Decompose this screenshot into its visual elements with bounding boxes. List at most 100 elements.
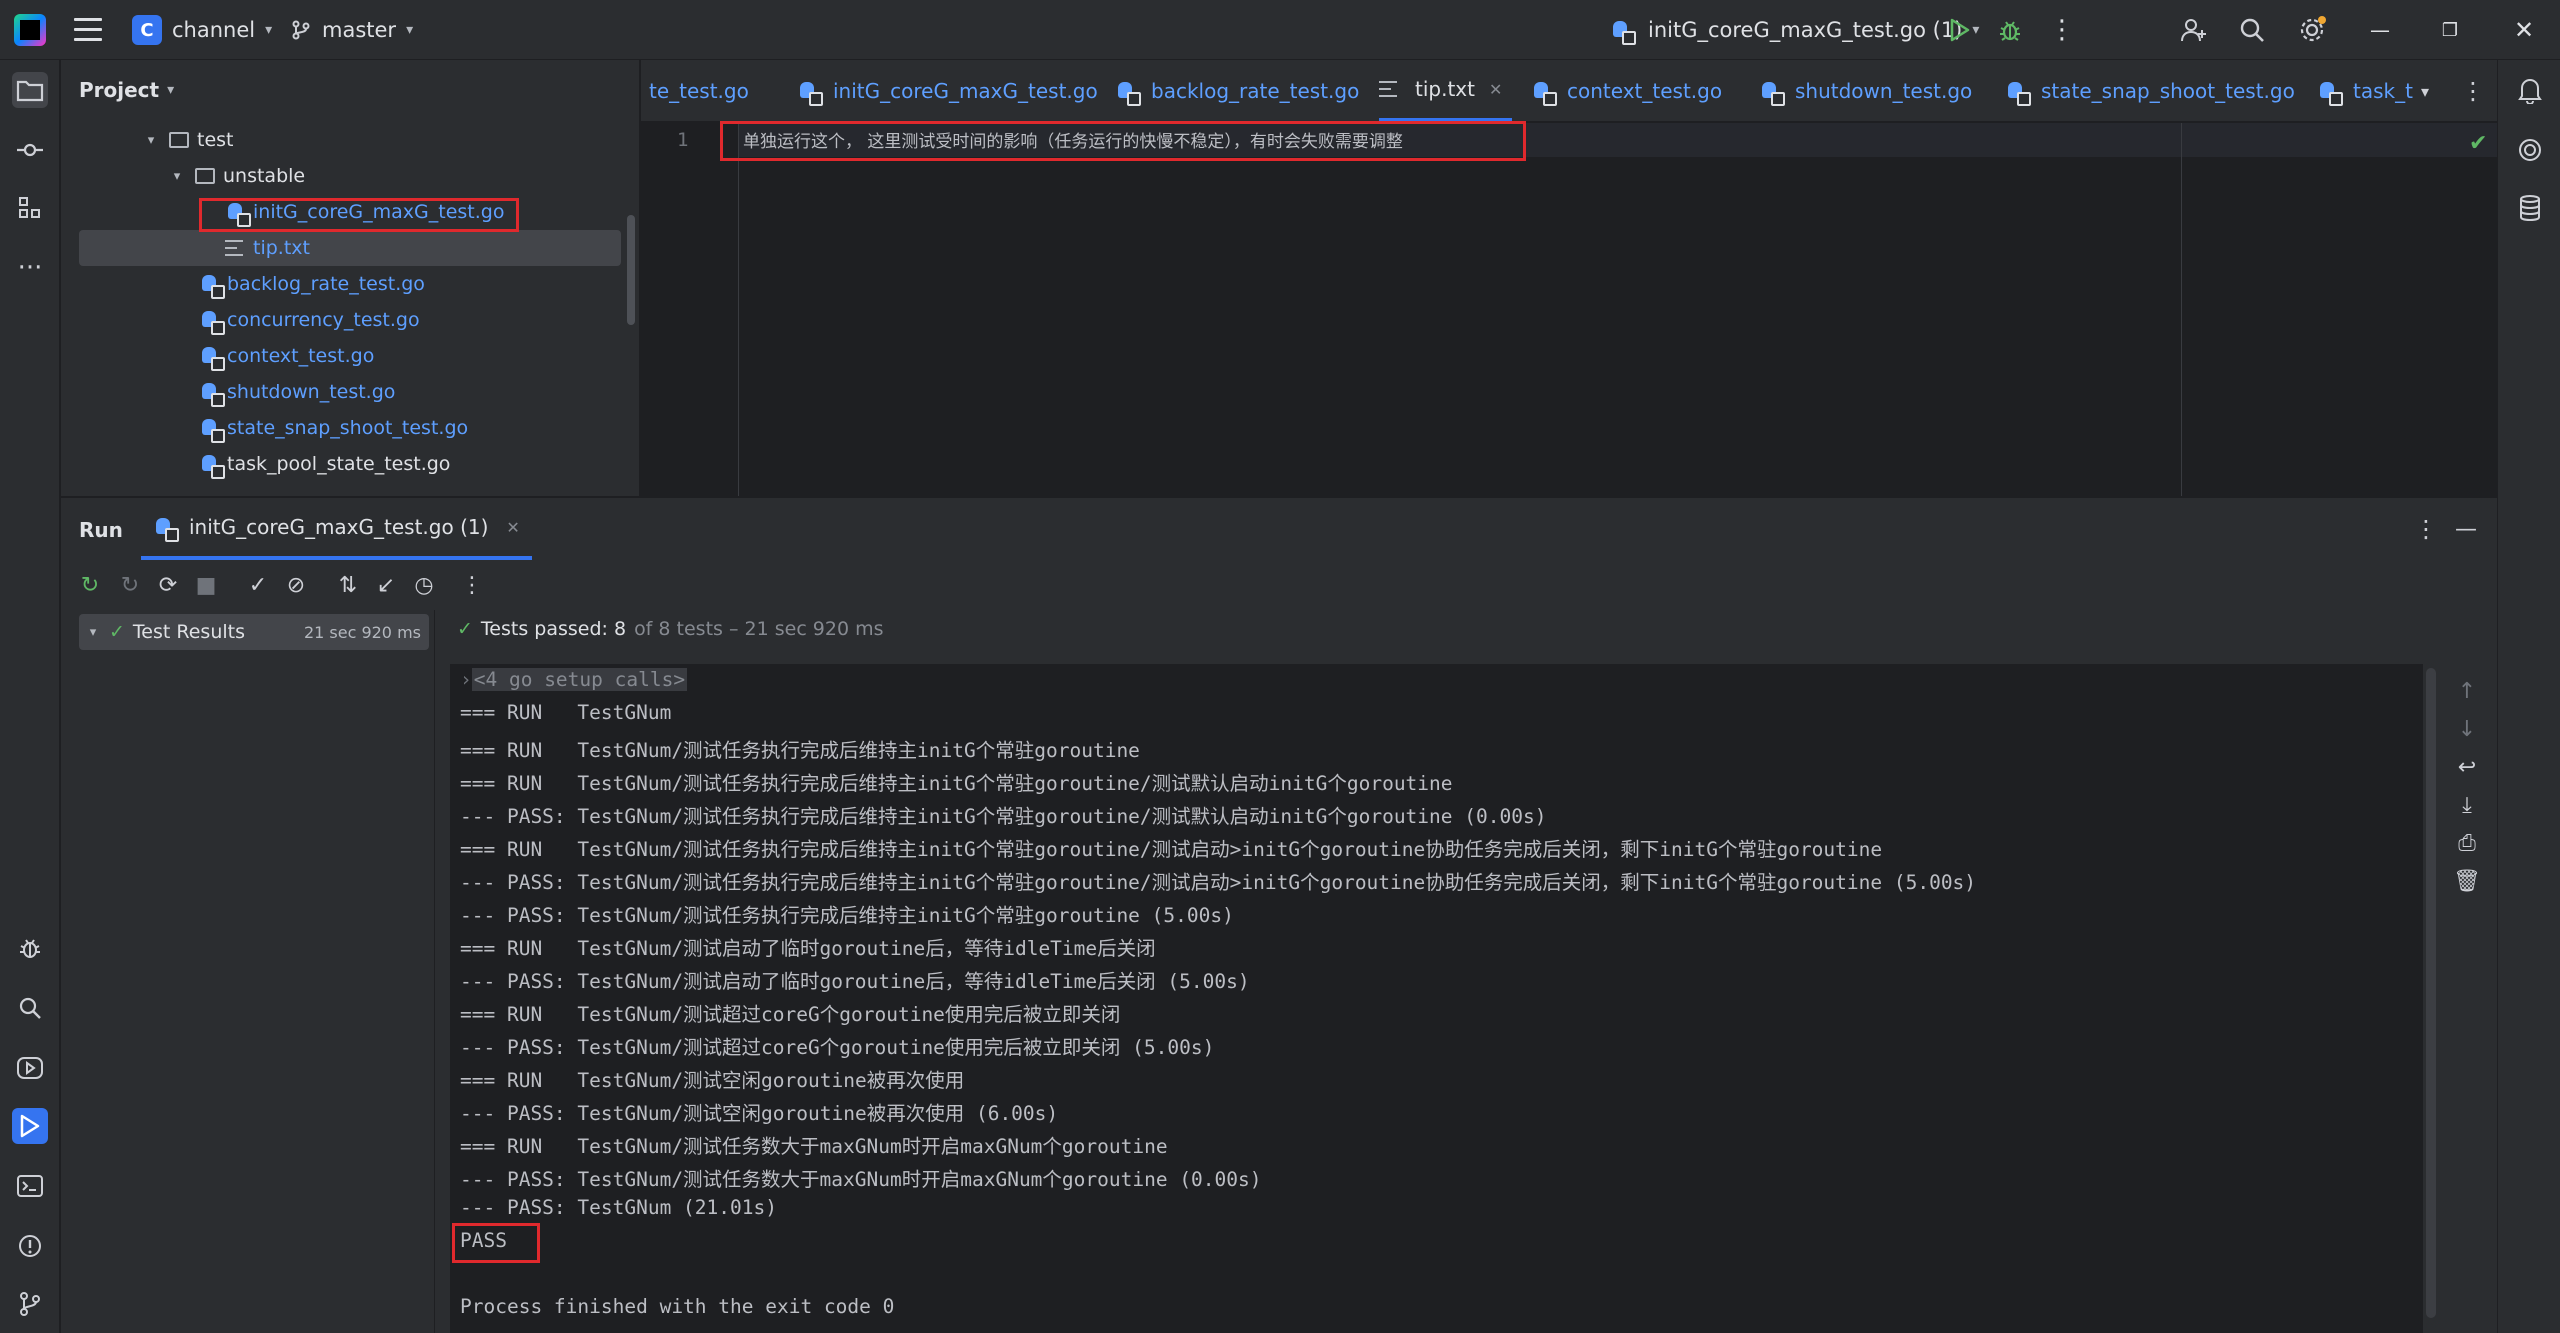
branch-name: master: [322, 18, 397, 42]
close-tab-icon[interactable]: ✕: [1489, 80, 1502, 99]
run-tool-button[interactable]: [12, 1108, 48, 1144]
ai-assistant-tool-button[interactable]: [2512, 132, 2548, 168]
tests-passed-count: Tests passed: 8: [480, 618, 627, 640]
close-icon: ✕: [2513, 16, 2535, 44]
test-results-root[interactable]: ▾ ✓ Test Results 21 sec 920 ms: [79, 614, 429, 650]
restore-window-button[interactable]: ❐: [2434, 14, 2466, 46]
chevron-down-icon: ▾: [147, 132, 155, 148]
editor-tab[interactable]: initG_coreG_maxG_test.go: [797, 60, 1098, 121]
tree-node-folder-test[interactable]: ▾ test: [61, 122, 621, 158]
commit-tool-button[interactable]: [12, 132, 48, 168]
soft-wrap-button[interactable]: ↩: [2452, 752, 2482, 782]
search-icon: [19, 997, 41, 1019]
goland-logo-icon[interactable]: [14, 14, 46, 46]
run-button[interactable]: [1944, 14, 1976, 46]
terminal-icon: [17, 1175, 43, 1197]
project-tool-button[interactable]: [12, 72, 48, 108]
tree-node-file-task-pool-state[interactable]: task_pool_state_test.go: [61, 446, 621, 482]
rerun-button[interactable]: ↻: [75, 570, 105, 600]
print-button[interactable]: ⎙: [2452, 828, 2482, 858]
console-line: === RUN TestGNum/测试任务执行完成后维持主initG个常驻gor…: [460, 772, 1453, 795]
go-test-file-icon: [199, 345, 225, 371]
notifications-tool-button[interactable]: [2512, 72, 2548, 108]
clear-console-button[interactable]: 🗑: [2452, 866, 2482, 896]
project-scrollbar[interactable]: [627, 215, 635, 325]
problems-tool-button[interactable]: [12, 1228, 48, 1264]
editor-tab-bar: te_test.go initG_coreG_maxG_test.go back…: [641, 60, 2497, 122]
scroll-to-end-button[interactable]: ⤓: [2452, 790, 2482, 820]
annotation-highlight-box: [452, 1223, 540, 1263]
no-problems-check-icon[interactable]: ✔: [2469, 131, 2487, 156]
more-actions-button[interactable]: ⋮: [2046, 14, 2078, 46]
debug-button[interactable]: [1994, 14, 2026, 46]
show-passed-button[interactable]: ✓: [243, 570, 273, 600]
minimize-window-button[interactable]: —: [2364, 14, 2396, 46]
run-tab[interactable]: initG_coreG_maxG_test.go (1) ✕: [141, 498, 532, 560]
folder-icon: [16, 80, 44, 102]
git-tool-button[interactable]: [12, 1286, 48, 1322]
toggle-auto-test-button[interactable]: ⟳: [153, 570, 183, 600]
project-switcher[interactable]: C channel ▾: [132, 0, 272, 60]
services-tool-button[interactable]: [12, 1050, 48, 1086]
folded-setup-calls[interactable]: <4 go setup calls>: [471, 668, 688, 691]
editor-tab[interactable]: task_t: [2317, 60, 2435, 121]
tab-more-button[interactable]: ⋮: [2461, 60, 2485, 121]
terminal-tool-button[interactable]: [12, 1168, 48, 1204]
minimize-icon: —: [2455, 516, 2477, 542]
branch-switcher[interactable]: master ▾: [290, 0, 413, 60]
go-test-file-icon: [1610, 19, 1636, 45]
editor-tab-active[interactable]: tip.txt ✕: [1379, 60, 1513, 121]
stop-icon: ■: [195, 572, 217, 598]
close-window-button[interactable]: ✕: [2508, 14, 2540, 46]
sort-button[interactable]: ⇅: [333, 570, 363, 600]
tree-node-file-state-snap-shoot[interactable]: state_snap_shoot_test.go: [61, 410, 621, 446]
show-ignored-button[interactable]: ⊘: [281, 570, 311, 600]
scroll-up-button[interactable]: ↑: [2452, 676, 2482, 706]
editor-tab[interactable]: state_snap_shoot_test.go: [2005, 60, 2295, 121]
tree-node-file-tip-txt[interactable]: tip.txt: [79, 230, 621, 266]
editor-tab[interactable]: shutdown_test.go: [1759, 60, 1972, 121]
debug-tool-button[interactable]: [12, 930, 48, 966]
go-test-file-icon: [2317, 80, 2343, 106]
find-tool-button[interactable]: [12, 990, 48, 1026]
hide-panel-button[interactable]: —: [2451, 514, 2481, 544]
main-menu-icon[interactable]: [74, 18, 102, 42]
tree-node-folder-unstable[interactable]: ▾ unstable: [61, 158, 621, 194]
console-line: === RUN TestGNum/测试超过coreG个goroutine使用完后…: [460, 1003, 1121, 1026]
run-toolbar-more-button[interactable]: ⋮: [457, 570, 487, 600]
editor-tab[interactable]: te_test.go: [649, 60, 749, 121]
console-line: --- PASS: TestGNum/测试任务执行完成后维持主initG个常驻g…: [460, 904, 1234, 927]
settings-button[interactable]: [2296, 14, 2328, 46]
rerun-failed-button[interactable]: ↻: [115, 570, 145, 600]
run-play-icon: [20, 1114, 40, 1138]
console-scrollbar[interactable]: [2426, 668, 2436, 1318]
arrow-up-icon: ↑: [2457, 678, 2477, 704]
console-line: --- PASS: TestGNum (21.01s): [460, 1196, 777, 1219]
ignored-icon: ⊘: [286, 572, 306, 598]
code-with-me-button[interactable]: [2178, 14, 2210, 46]
tree-node-file-backlog-rate[interactable]: backlog_rate_test.go: [61, 266, 621, 302]
tree-node-file-concurrency[interactable]: concurrency_test.go: [61, 302, 621, 338]
search-everywhere-button[interactable]: [2236, 14, 2268, 46]
editor-tab[interactable]: backlog_rate_test.go: [1115, 60, 1359, 121]
database-tool-button[interactable]: [2512, 190, 2548, 226]
tree-node-file-context[interactable]: context_test.go: [61, 338, 621, 374]
tree-node-file-shutdown[interactable]: shutdown_test.go: [61, 374, 621, 410]
structure-tool-button[interactable]: [12, 190, 48, 226]
tab-list-dropdown[interactable]: ▾: [2421, 60, 2429, 121]
scroll-down-button[interactable]: ↓: [2452, 714, 2482, 744]
more-tools-button[interactable]: ···: [12, 250, 48, 286]
test-history-button[interactable]: ◷: [409, 570, 439, 600]
run-configuration-selector[interactable]: initG_coreG_maxG_test.go (1) ▾: [1610, 0, 1979, 60]
close-tab-icon[interactable]: ✕: [506, 518, 519, 537]
collapse-all-button[interactable]: ↙: [371, 570, 401, 600]
console-output[interactable]: › <4 go setup calls> === RUN TestGNum ===…: [450, 664, 2423, 1333]
project-panel-header[interactable]: Project ▾: [79, 78, 174, 102]
tab-label: state_snap_shoot_test.go: [2041, 79, 2295, 103]
stop-button[interactable]: ■: [191, 570, 221, 600]
run-panel-options-button[interactable]: ⋮: [2411, 514, 2441, 544]
minimize-icon: —: [2370, 18, 2390, 42]
console-line[interactable]: › <4 go setup calls>: [460, 668, 688, 691]
code-editor[interactable]: 1 单独运行这个， 这里测试受时间的影响（任务运行的快慢不稳定），有时会失败需要…: [641, 121, 2497, 496]
editor-tab[interactable]: context_test.go: [1531, 60, 1722, 121]
